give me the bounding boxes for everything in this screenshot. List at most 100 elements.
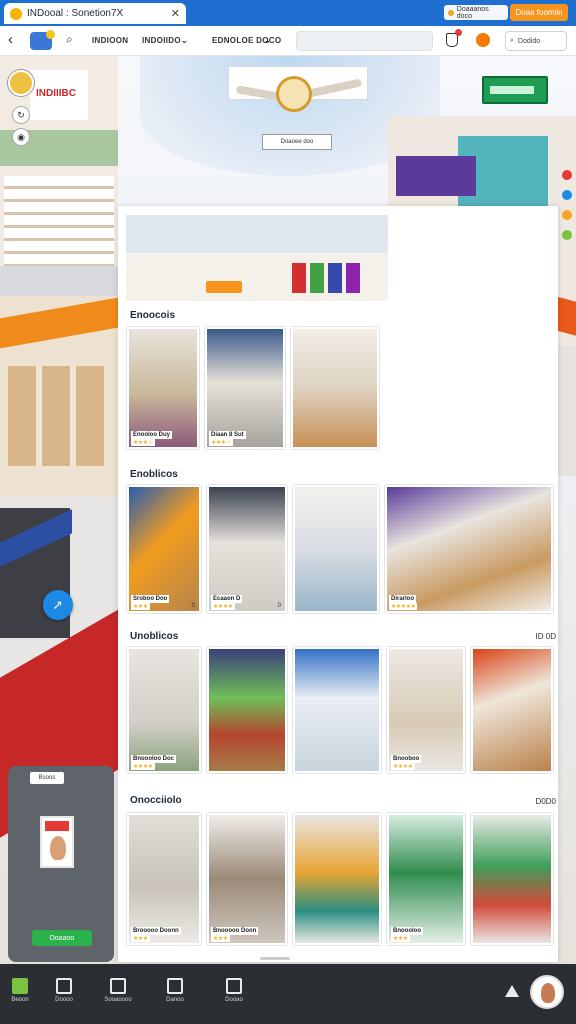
- store-card[interactable]: [290, 326, 380, 450]
- chevron-down-icon[interactable]: ⌄: [264, 36, 271, 45]
- menu-icon: [226, 978, 242, 994]
- card-count: 0: [191, 603, 195, 609]
- side-shortcut-icon[interactable]: [562, 230, 572, 240]
- avatar[interactable]: [8, 70, 34, 96]
- promo-sign: Doaoee doo: [262, 134, 332, 150]
- nav-link-1[interactable]: INDIOON: [92, 36, 128, 45]
- address-bar[interactable]: [296, 31, 433, 51]
- card-title: Diaan 8 Sut: [209, 431, 246, 439]
- card-count: 0: [277, 603, 281, 609]
- search-field-label: Dodido: [517, 37, 541, 45]
- store-card[interactable]: Bnooooo Doon ★★★: [206, 812, 288, 946]
- building-icon: [110, 978, 126, 994]
- side-shortcut-icon[interactable]: [562, 210, 572, 220]
- side-shortcut-icon[interactable]: [562, 170, 572, 180]
- card-title: Bnooooo Doon: [211, 927, 259, 935]
- store-card[interactable]: Bnooboo ★★★★: [386, 646, 466, 774]
- bottom-nav-label: Danoo: [166, 997, 184, 1003]
- card-title: Enooloo Duy: [131, 431, 172, 439]
- card-row: Bnoooloo Doc ★★★★ Bnooboo ★★★★: [126, 646, 554, 774]
- bottom-nav-label: Sooaoooo: [104, 997, 132, 1003]
- card-image: [389, 649, 463, 771]
- bottom-nav-item[interactable]: Sooaoooo: [96, 978, 140, 1003]
- scroll-indicator[interactable]: [260, 957, 290, 960]
- card-image: [387, 487, 551, 611]
- bottom-nav-home[interactable]: Beoon: [0, 978, 42, 1003]
- tab-title: INDooal : Sonetion7X: [27, 8, 124, 19]
- search-input[interactable]: ⌕ Dodido: [505, 31, 567, 51]
- card-image: [209, 649, 285, 771]
- cart-icon[interactable]: [446, 29, 462, 47]
- section-more[interactable]: ID 0D: [536, 632, 556, 641]
- avatar[interactable]: [530, 975, 564, 1009]
- star-rating: ★★★★: [391, 763, 415, 770]
- store-card[interactable]: [292, 812, 382, 946]
- promo-button[interactable]: Doaaoo: [32, 930, 92, 946]
- card-title: Sroboo Doo: [131, 595, 170, 603]
- stall: [292, 263, 306, 293]
- section-title: Unoblicos: [130, 631, 179, 642]
- back-arrow-icon[interactable]: ‹: [8, 31, 13, 48]
- card-image: [207, 329, 283, 447]
- card-image: [129, 815, 199, 943]
- card-row: Enooloo Duy ★★★☆ Diaan 8 Sut ★★★☆: [126, 326, 380, 450]
- bottom-nav-item[interactable]: Danoo: [153, 978, 197, 1003]
- store-shelves: [4, 176, 114, 266]
- primary-action-button[interactable]: Doaa foomiln: [510, 4, 568, 21]
- bell-icon[interactable]: [505, 985, 519, 997]
- green-banner[interactable]: [482, 76, 548, 104]
- card-title: Bnoooloo: [391, 927, 423, 935]
- card-image: [389, 815, 463, 943]
- status-dot-icon: [448, 9, 454, 16]
- section-more[interactable]: D0D0: [536, 797, 556, 806]
- stall: [310, 263, 324, 293]
- store-card[interactable]: [292, 484, 380, 614]
- store-card[interactable]: Sroboo Doo ★★★ 0: [126, 484, 202, 614]
- browser-tab[interactable]: INDooal : Sonetion7X ✕: [4, 3, 186, 24]
- store-sign: INDIIIBC: [30, 70, 88, 120]
- stall: [328, 263, 342, 293]
- bottom-nav: Beoon Doooo Sooaoooo Danoo Dooao: [0, 964, 576, 1024]
- camera-icon[interactable]: ◉: [12, 128, 30, 146]
- info-icon[interactable]: ↻: [12, 106, 30, 124]
- display-tables: [8, 366, 104, 466]
- card-image: [295, 487, 377, 611]
- chart-icon: [167, 978, 183, 994]
- side-shortcut-icon[interactable]: [562, 190, 572, 200]
- nav-link-2[interactable]: INDOIIDO: [142, 36, 181, 45]
- star-rating: ★★★☆: [131, 439, 155, 446]
- bottom-nav-item[interactable]: Doooo: [42, 978, 86, 1003]
- card-image: [129, 487, 199, 611]
- top-navbar: ‹ ⌕ INDIOON INDOIIDO ⌄ EDNOLOE DOCO ⌄ ⌕ …: [0, 26, 576, 56]
- card-row: Sroboo Doo ★★★ 0 Ecaaon D ★★★★ 0 Dirarlo…: [126, 484, 554, 614]
- store-card[interactable]: [470, 646, 554, 774]
- card-image: [473, 815, 551, 943]
- store-card[interactable]: Ecaaon D ★★★★ 0: [206, 484, 288, 614]
- chevron-down-icon[interactable]: ⌄: [181, 36, 188, 45]
- section-title: Enoblicos: [130, 469, 178, 480]
- store-card[interactable]: [470, 812, 554, 946]
- hero-tag: [206, 281, 242, 293]
- locate-button[interactable]: ➚: [43, 590, 73, 620]
- card-image: [295, 649, 379, 771]
- notification-icon[interactable]: [476, 33, 490, 47]
- store-card[interactable]: Bnoooloo ★★★: [386, 812, 466, 946]
- section-title: Onocciiolo: [130, 795, 182, 806]
- store-card[interactable]: Dirarloo ★★★★★: [384, 484, 554, 614]
- bottom-nav-label: Beoon: [11, 997, 29, 1003]
- card-title: Ecaaon D: [211, 595, 243, 603]
- store-card[interactable]: Bnoooloo Doc ★★★★: [126, 646, 202, 774]
- search-icon[interactable]: ⌕: [66, 32, 73, 47]
- card-image: [473, 649, 551, 771]
- card-image: [209, 487, 285, 611]
- store-card[interactable]: [206, 646, 288, 774]
- store-card[interactable]: Enooloo Duy ★★★☆: [126, 326, 200, 450]
- store-card[interactable]: Diaan 8 Sut ★★★☆: [204, 326, 286, 450]
- store-card[interactable]: [292, 646, 382, 774]
- brand-logo-icon[interactable]: [30, 30, 55, 50]
- store-card[interactable]: Brooooo Doonn ★★★: [126, 812, 202, 946]
- card-image: [129, 649, 199, 771]
- close-icon[interactable]: ✕: [171, 7, 180, 20]
- bottom-nav-item[interactable]: Dooao: [212, 978, 256, 1003]
- sync-icon[interactable]: ⟲: [496, 5, 508, 20]
